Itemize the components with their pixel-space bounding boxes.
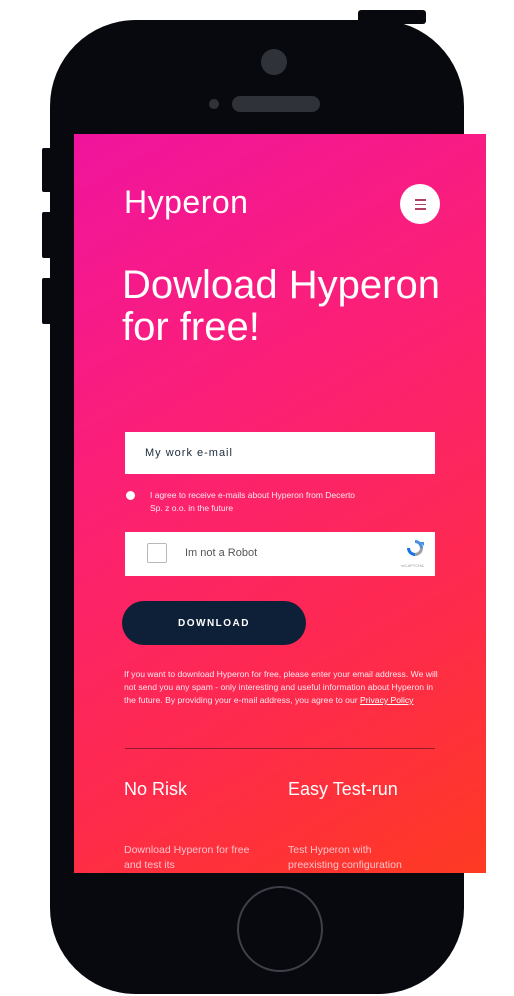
consent-label: I agree to receive e-mails about Hyperon… bbox=[150, 490, 356, 513]
recaptcha-logo-icon bbox=[407, 540, 424, 556]
brand-logo: Hyperon bbox=[124, 184, 249, 220]
captcha-brand: reCAPTCHA bbox=[401, 563, 424, 568]
privacy-policy-link[interactable]: Privacy Policy bbox=[360, 695, 413, 705]
front-camera bbox=[261, 49, 287, 75]
download-button[interactable]: DOWNLOAD bbox=[122, 601, 306, 645]
feature-title-no-risk: No Risk bbox=[124, 779, 188, 799]
consent-radio[interactable] bbox=[126, 491, 135, 500]
captcha-widget: Im not a Robot reCAPTCHA bbox=[125, 532, 435, 576]
page-title: Dowload Hyperon for free! bbox=[122, 263, 440, 349]
earpiece-speaker bbox=[232, 96, 320, 112]
menu-button[interactable] bbox=[400, 184, 440, 224]
email-field[interactable] bbox=[125, 432, 435, 474]
home-button[interactable] bbox=[237, 886, 323, 972]
section-divider bbox=[125, 748, 435, 749]
feature-text-easy-test-run: Test Hyperon with preexisting configurat… bbox=[288, 844, 402, 871]
disclaimer-text: If you want to download Hyperon for free… bbox=[124, 668, 440, 707]
feature-title-easy-test-run: Easy Test-run bbox=[288, 779, 398, 799]
phone-screen: Hyperon Dowload Hyperon for free! I agre… bbox=[74, 134, 486, 873]
proximity-sensor bbox=[209, 99, 219, 109]
captcha-label: Im not a Robot bbox=[185, 547, 258, 559]
feature-text-no-risk: Download Hyperon for free and test its bbox=[124, 844, 250, 871]
captcha-checkbox[interactable] bbox=[147, 543, 167, 563]
